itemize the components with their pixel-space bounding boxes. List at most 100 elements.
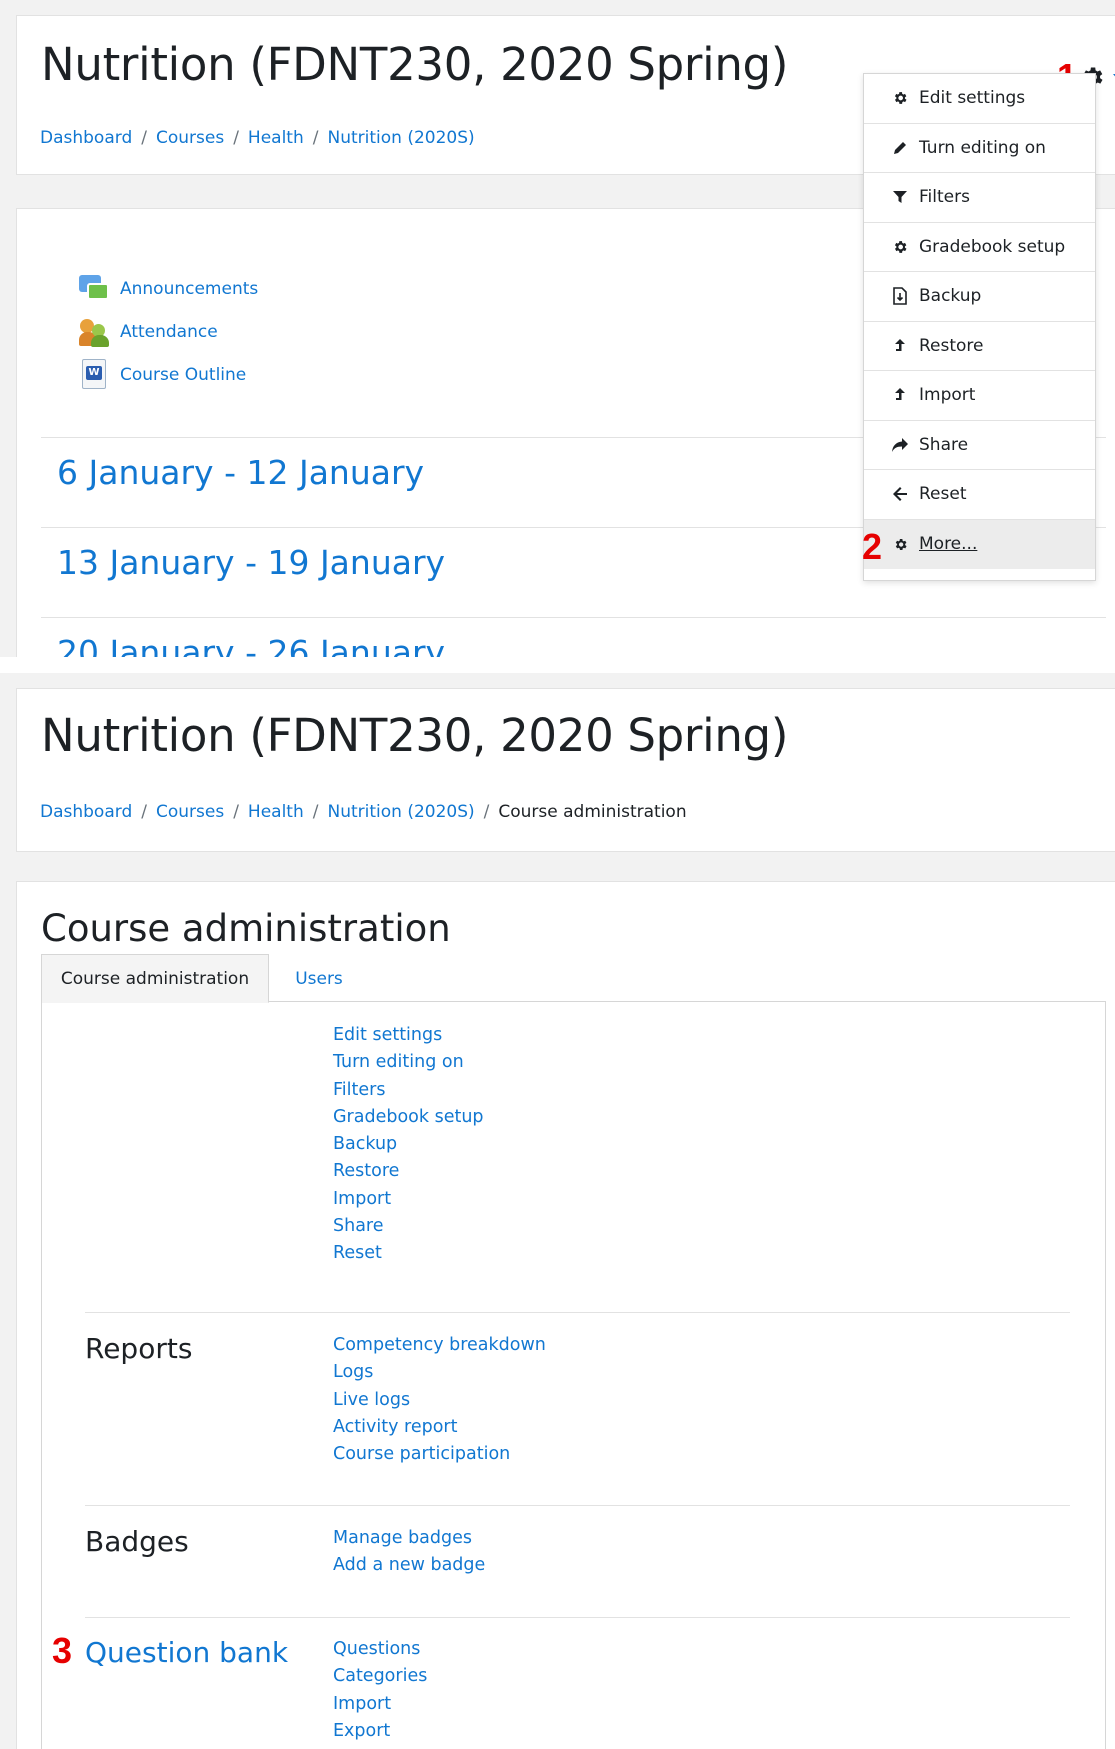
activity-link[interactable]: Attendance [120, 322, 218, 342]
badges-links: Manage badges Add a new badge [333, 1525, 485, 1580]
admin-link-live-logs[interactable]: Live logs [333, 1387, 546, 1414]
section-title-badges: Badges [85, 1525, 189, 1558]
menu-item-turn-editing-on[interactable]: Turn editing on [864, 124, 1095, 173]
activity-announcements[interactable]: Announcements [79, 273, 258, 305]
menu-item-label: Import [919, 385, 976, 406]
menu-item-label: Restore [919, 335, 984, 356]
admin-link-activity-report[interactable]: Activity report [333, 1414, 546, 1441]
admin-link-import[interactable]: Import [333, 1691, 427, 1718]
section-divider [85, 1312, 1070, 1313]
activity-link[interactable]: Announcements [120, 279, 258, 299]
breadcrumb: Dashboard / Courses / Health / Nutrition… [40, 128, 475, 148]
page-title: Nutrition (FDNT230, 2020 Spring) [41, 38, 789, 91]
section-title-reports: Reports [85, 1332, 193, 1365]
breadcrumb-dashboard[interactable]: Dashboard [40, 128, 132, 148]
section-divider [85, 1617, 1070, 1618]
step-3-label: 3 [52, 1630, 73, 1671]
admin-link-manage-badges[interactable]: Manage badges [333, 1525, 485, 1552]
word-document-icon: W [79, 359, 111, 391]
share-arrow-icon [891, 436, 909, 454]
pencil-icon [891, 139, 909, 157]
course-administration-panel: Nutrition (FDNT230, 2020 Spring) Dashboa… [0, 673, 1115, 1749]
breadcrumb-health[interactable]: Health [248, 802, 304, 822]
admin-link-gradebook-setup[interactable]: Gradebook setup [333, 1104, 484, 1131]
breadcrumb-health[interactable]: Health [248, 128, 304, 148]
breadcrumb-courses[interactable]: Courses [156, 802, 224, 822]
activity-attendance[interactable]: Attendance [79, 316, 218, 348]
admin-link-turn-editing-on[interactable]: Turn editing on [333, 1049, 484, 1076]
general-links: Edit settings Turn editing on Filters Gr… [333, 1022, 484, 1268]
menu-item-reset[interactable]: Reset [864, 470, 1095, 520]
admin-link-restore[interactable]: Restore [333, 1158, 484, 1185]
menu-item-label: Turn editing on [919, 137, 1046, 158]
admin-link-filters[interactable]: Filters [333, 1077, 484, 1104]
admin-link-reset[interactable]: Reset [333, 1240, 484, 1267]
menu-item-label: More... [919, 534, 978, 555]
week-section-link[interactable]: 13 January - 19 January [57, 543, 445, 582]
admin-link-questions[interactable]: Questions [333, 1636, 427, 1663]
section-divider [41, 617, 1106, 618]
gear-icon [891, 535, 909, 553]
week-section-link[interactable]: 6 January - 12 January [57, 453, 424, 492]
menu-item-gradebook-setup[interactable]: Gradebook setup [864, 223, 1095, 272]
breadcrumb-course[interactable]: Nutrition (2020S) [327, 128, 474, 148]
activity-course-outline[interactable]: W Course Outline [79, 359, 246, 391]
breadcrumb-separator: / [141, 128, 147, 148]
course-actions-dropdown: Edit settings Turn editing on Filters Gr… [863, 73, 1096, 581]
admin-link-share[interactable]: Share [333, 1213, 484, 1240]
breadcrumb-current: Course administration [498, 802, 687, 822]
breadcrumb-separator: / [312, 802, 319, 822]
breadcrumb-dashboard[interactable]: Dashboard [40, 802, 132, 822]
forum-icon [79, 273, 111, 305]
week-section-link[interactable]: 20 January - 26 January [57, 633, 445, 657]
menu-item-label: Edit settings [919, 88, 1026, 109]
admin-link-categories[interactable]: Categories [333, 1663, 427, 1690]
backup-file-icon [891, 287, 909, 306]
admin-heading: Course administration [41, 907, 451, 950]
breadcrumb-separator: / [233, 128, 239, 148]
menu-item-filters[interactable]: Filters [864, 173, 1095, 223]
course-page-panel: Nutrition (FDNT230, 2020 Spring) Dashboa… [0, 0, 1115, 657]
tab-course-administration[interactable]: Course administration [41, 954, 269, 1003]
upload-arrow-icon [891, 337, 909, 355]
tab-panel: Edit settings Turn editing on Filters Gr… [41, 1002, 1106, 1749]
admin-link-import[interactable]: Import [333, 1186, 484, 1213]
upload-arrow-icon [891, 386, 909, 404]
arrow-left-icon [891, 485, 909, 503]
menu-item-label: Reset [919, 484, 967, 505]
admin-link-course-participation[interactable]: Course participation [333, 1441, 546, 1468]
section-divider [85, 1505, 1070, 1506]
breadcrumb-separator: / [483, 802, 490, 822]
breadcrumb-courses[interactable]: Courses [156, 128, 224, 148]
admin-link-backup[interactable]: Backup [333, 1131, 484, 1158]
breadcrumb-separator: / [233, 802, 239, 822]
menu-item-label: Gradebook setup [919, 236, 1066, 257]
admin-tabs: Course administration Users [41, 954, 1106, 1003]
admin-link-competency-breakdown[interactable]: Competency breakdown [333, 1332, 546, 1359]
menu-item-label: Backup [919, 286, 982, 307]
attendance-icon [79, 316, 111, 348]
page-header: Nutrition (FDNT230, 2020 Spring) Dashboa… [16, 688, 1115, 852]
menu-item-backup[interactable]: Backup [864, 272, 1095, 322]
breadcrumb-separator: / [141, 802, 147, 822]
page-title: Nutrition (FDNT230, 2020 Spring) [41, 709, 789, 762]
admin-link-edit-settings[interactable]: Edit settings [333, 1022, 484, 1049]
activity-link[interactable]: Course Outline [120, 365, 246, 385]
gear-icon [891, 238, 909, 256]
admin-link-logs[interactable]: Logs [333, 1359, 546, 1386]
breadcrumb-course[interactable]: Nutrition (2020S) [327, 802, 474, 822]
admin-link-add-badge[interactable]: Add a new badge [333, 1552, 485, 1579]
step-2-label: 2 [862, 526, 883, 567]
reports-links: Competency breakdown Logs Live logs Acti… [333, 1332, 546, 1468]
menu-item-restore[interactable]: Restore [864, 322, 1095, 371]
question-bank-links: Questions Categories Import Export [333, 1636, 427, 1745]
menu-item-label: Share [919, 434, 969, 455]
tab-users[interactable]: Users [269, 954, 369, 1003]
menu-item-import[interactable]: Import [864, 371, 1095, 421]
menu-item-more[interactable]: More... [864, 519, 1095, 569]
menu-item-share[interactable]: Share [864, 421, 1095, 470]
section-title-question-bank[interactable]: Question bank [85, 1636, 288, 1669]
filter-icon [891, 188, 909, 206]
menu-item-edit-settings[interactable]: Edit settings [864, 74, 1095, 124]
admin-link-export[interactable]: Export [333, 1718, 427, 1745]
